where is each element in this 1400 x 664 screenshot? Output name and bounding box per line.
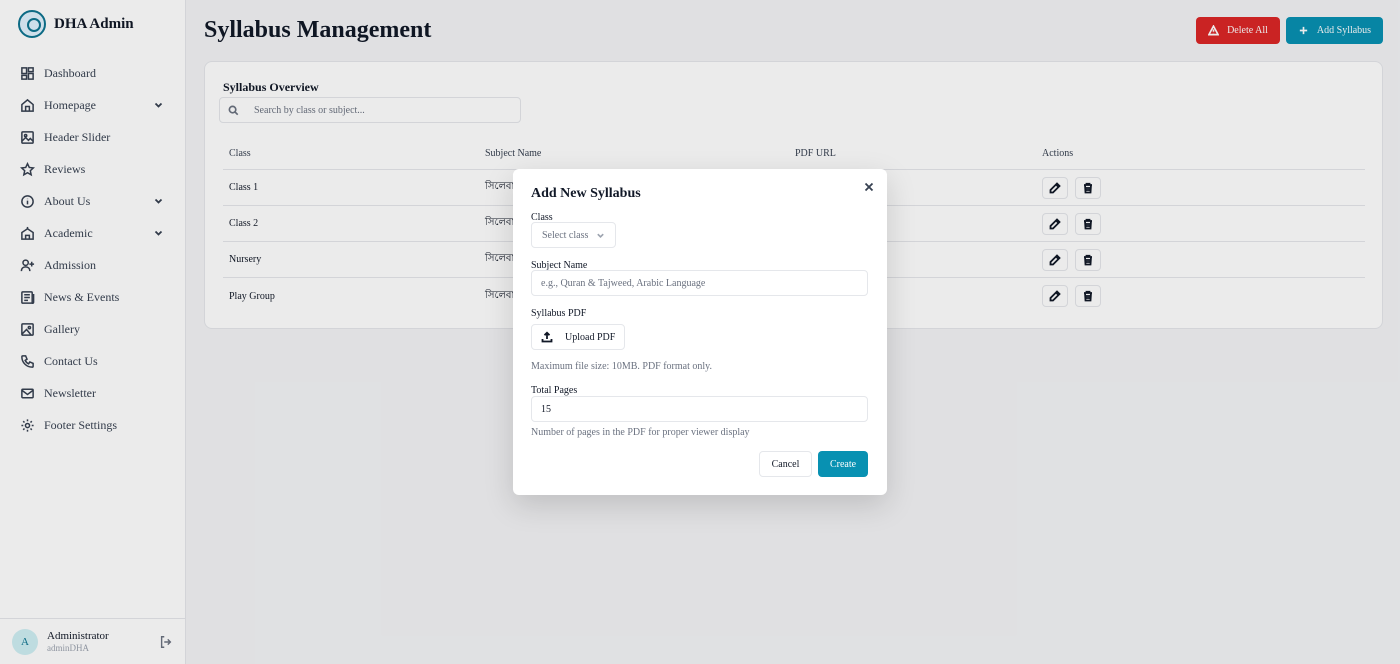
total-pages-label: Total Pages bbox=[531, 385, 578, 396]
dialog-title: Add New Syllabus bbox=[531, 186, 641, 201]
total-pages-hint: Number of pages in the PDF for proper vi… bbox=[531, 427, 750, 438]
chevron-down-icon bbox=[597, 233, 604, 238]
add-syllabus-dialog: Add New Syllabus Class Select class Subj… bbox=[513, 169, 887, 495]
cancel-button[interactable]: Cancel bbox=[759, 451, 812, 477]
subject-name-input[interactable] bbox=[531, 270, 868, 296]
class-select-value: Select class bbox=[542, 229, 589, 241]
upload-icon bbox=[541, 331, 553, 343]
total-pages-input[interactable] bbox=[531, 396, 868, 422]
close-icon[interactable] bbox=[863, 181, 875, 193]
upload-pdf-button[interactable]: Upload PDF bbox=[531, 324, 625, 350]
create-button[interactable]: Create bbox=[818, 451, 868, 477]
syllabus-pdf-label: Syllabus PDF bbox=[531, 308, 587, 319]
pdf-hint: Maximum file size: 10MB. PDF format only… bbox=[531, 361, 713, 372]
class-select[interactable]: Select class bbox=[531, 222, 616, 248]
upload-pdf-label: Upload PDF bbox=[565, 331, 616, 343]
